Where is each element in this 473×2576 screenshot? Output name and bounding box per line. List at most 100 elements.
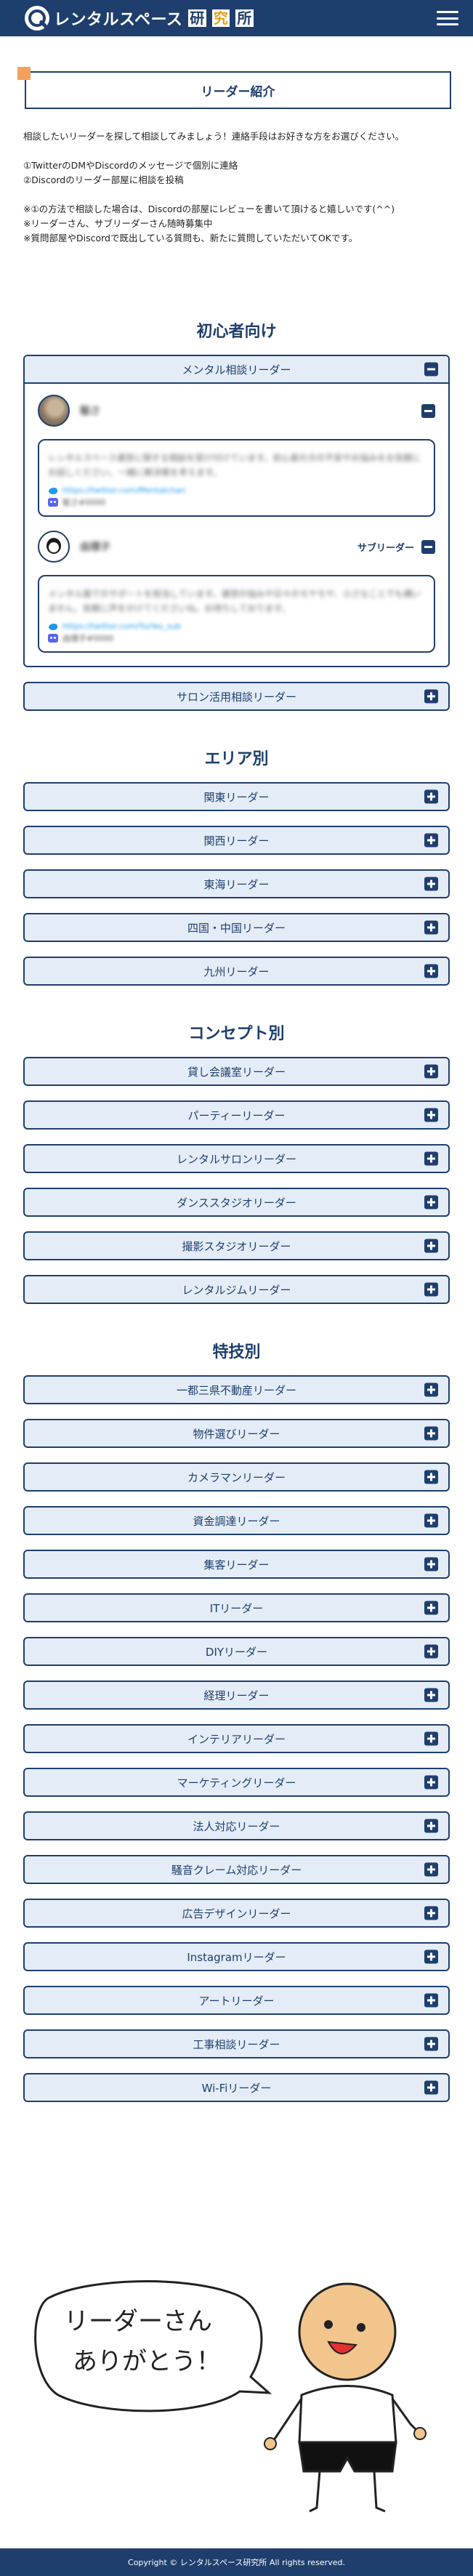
section-title-concept: コンセプト別 — [188, 1025, 285, 1043]
collapse-minus-icon[interactable] — [421, 539, 435, 554]
plus-icon[interactable] — [424, 1108, 438, 1122]
character-hand-right — [413, 2427, 426, 2440]
plus-icon[interactable] — [424, 964, 438, 978]
leader-controls: サブリーダー — [357, 539, 435, 554]
accordion-item[interactable]: DIYリーダー — [23, 1637, 450, 1666]
accordion-label: 集客リーダー — [203, 1558, 270, 1571]
decor-square — [17, 67, 31, 80]
plus-icon[interactable] — [424, 1382, 438, 1397]
plus-icon[interactable] — [424, 1862, 438, 1877]
speech-line-2: ありがとう！ — [73, 2347, 221, 2376]
accordion-item[interactable]: 四国・中国リーダー — [23, 913, 450, 942]
plus-icon[interactable] — [424, 1775, 438, 1790]
accordion-item[interactable]: 関西リーダー — [23, 826, 450, 855]
discord-icon — [48, 634, 58, 643]
accordion-label: レンタルサロンリーダー — [176, 1152, 296, 1166]
collapse-minus-icon[interactable] — [421, 403, 435, 418]
plus-icon[interactable] — [424, 1470, 438, 1484]
accordion-item[interactable]: レンタルサロンリーダー — [23, 1144, 450, 1173]
intro-line — [23, 144, 451, 158]
plus-icon[interactable] — [424, 1949, 438, 1964]
plus-icon[interactable] — [424, 1195, 438, 1209]
accordion-item[interactable]: ダンススタジオリーダー — [23, 1188, 450, 1217]
sub-leader-label: サブリーダー — [357, 542, 414, 554]
accordion-item[interactable]: 東海リーダー — [23, 869, 450, 898]
plus-icon[interactable] — [424, 1688, 438, 1702]
accordion-label: ITリーダー — [209, 1601, 264, 1615]
logo-text: レンタルスペース — [54, 11, 183, 29]
accordion-item[interactable]: ITリーダー — [23, 1593, 450, 1622]
accordion-item[interactable]: 法人対応リーダー — [23, 1811, 450, 1840]
accordion-item[interactable]: インテリアリーダー — [23, 1724, 450, 1753]
accordion-item[interactable]: パーティーリーダー — [23, 1100, 450, 1130]
concept-list: 貸し会議室リーダー パーティーリーダーレンタルサロンリーダーダンススタジオリーダー… — [0, 1057, 473, 1304]
plus-icon[interactable] — [424, 2037, 438, 2051]
plus-icon[interactable] — [424, 1513, 438, 1528]
character-arm-right — [391, 2398, 419, 2433]
accordion-item[interactable]: 関東リーダー — [23, 782, 450, 811]
accordion-item[interactable]: 経理リーダー — [23, 1681, 450, 1710]
plus-icon[interactable] — [424, 877, 438, 891]
twitter-link[interactable]: https://twitter.com/Mentalchan — [62, 486, 185, 495]
plus-icon[interactable] — [424, 2080, 438, 2095]
accordion-item[interactable]: 貸し会議室リーダー — [23, 1057, 450, 1086]
accordion-label: 東海リーダー — [203, 877, 270, 891]
accordion-item[interactable]: 物件選びリーダー — [23, 1419, 450, 1448]
accordion-salon[interactable]: サロン活用相談リーダー — [23, 682, 450, 711]
plus-icon[interactable] — [424, 1644, 438, 1659]
plus-icon[interactable] — [424, 1906, 438, 1920]
plus-icon[interactable] — [424, 833, 438, 848]
character-arm-left — [271, 2398, 303, 2443]
accordion-header-mental[interactable]: メンタル相談リーダー — [25, 356, 448, 384]
accordion-item[interactable]: レンタルジムリーダー — [23, 1275, 450, 1304]
accordion-item[interactable]: Wi-Fiリーダー — [23, 2073, 450, 2102]
section-title-beginner: 初心者向け — [196, 323, 277, 341]
minus-icon[interactable] — [424, 362, 438, 377]
discord-link-row[interactable]: 聡さ#0000 — [48, 496, 425, 508]
plus-icon[interactable] — [424, 1601, 438, 1615]
plus-icon[interactable] — [424, 1282, 438, 1297]
accordion-label: 九州リーダー — [203, 965, 270, 978]
leader-name: 聡さ — [80, 406, 100, 417]
accordion-item[interactable]: カメラマンリーダー — [23, 1462, 450, 1492]
twitter-link-row[interactable]: https://twitter.com/Yuriko_sub — [48, 621, 425, 631]
accordion-item[interactable]: 九州リーダー — [23, 957, 450, 986]
accordion-item[interactable]: アートリーダー — [23, 1986, 450, 2015]
character-leg-left — [309, 2471, 321, 2513]
plus-icon[interactable] — [424, 1151, 438, 1166]
accordion-item[interactable]: 一都三県不動産リーダー — [23, 1375, 450, 1404]
plus-icon[interactable] — [424, 789, 438, 804]
character-shirt — [298, 2385, 397, 2444]
accordion-item[interactable]: 騒音クレーム対応リーダー — [23, 1855, 450, 1884]
discord-link-row[interactable]: 由理子#0000 — [48, 632, 425, 644]
accordion-item[interactable]: 資金調達リーダー — [23, 1506, 450, 1535]
accordion-item[interactable]: 集客リーダー — [23, 1550, 450, 1579]
plus-icon[interactable] — [424, 1064, 438, 1079]
accordion-open-mental: メンタル相談リーダー 聡さ レンタルスペース運営に関する相談を受け付けています。… — [23, 355, 450, 667]
accordion-label: 騒音クレーム対応リーダー — [171, 1863, 302, 1877]
plus-icon[interactable] — [424, 1239, 438, 1253]
accordion-label: 経理リーダー — [203, 1689, 270, 1702]
skill-list: 一都三県不動産リーダー 物件選びリーダー カメラマンリーダー 資金調達リーダー集客リー… — [0, 1375, 473, 2102]
hamburger-menu-icon[interactable] — [437, 11, 458, 25]
discord-id: 聡さ#0000 — [62, 498, 106, 507]
plus-icon[interactable] — [424, 1993, 438, 2008]
leader-head: 聡さ — [38, 391, 435, 430]
plus-icon[interactable] — [424, 1426, 438, 1441]
plus-icon[interactable] — [424, 1557, 438, 1571]
accordion-item[interactable]: 広告デザインリーダー — [23, 1899, 450, 1928]
accordion-label: 広告デザインリーダー — [182, 1907, 291, 1920]
accordion-item[interactable]: Instagramリーダー — [23, 1942, 450, 1971]
site-logo[interactable]: レンタルスペース 研 究 所 — [25, 6, 254, 31]
accordion-label: Wi-Fiリーダー — [201, 2081, 272, 2095]
illustration-svg: リーダーさん ありがとう！ — [34, 2280, 426, 2513]
plus-icon[interactable] — [424, 1819, 438, 1833]
plus-icon[interactable] — [424, 689, 438, 704]
twitter-link-row[interactable]: https://twitter.com/Mentalchan — [48, 486, 425, 495]
twitter-link[interactable]: https://twitter.com/Yuriko_sub — [62, 621, 181, 631]
accordion-item[interactable]: 工事相談リーダー — [23, 2029, 450, 2058]
accordion-item[interactable]: マーケティングリーダー — [23, 1768, 450, 1797]
accordion-item[interactable]: 撮影スタジオリーダー — [23, 1231, 450, 1260]
plus-icon[interactable] — [424, 920, 438, 935]
plus-icon[interactable] — [424, 1731, 438, 1746]
